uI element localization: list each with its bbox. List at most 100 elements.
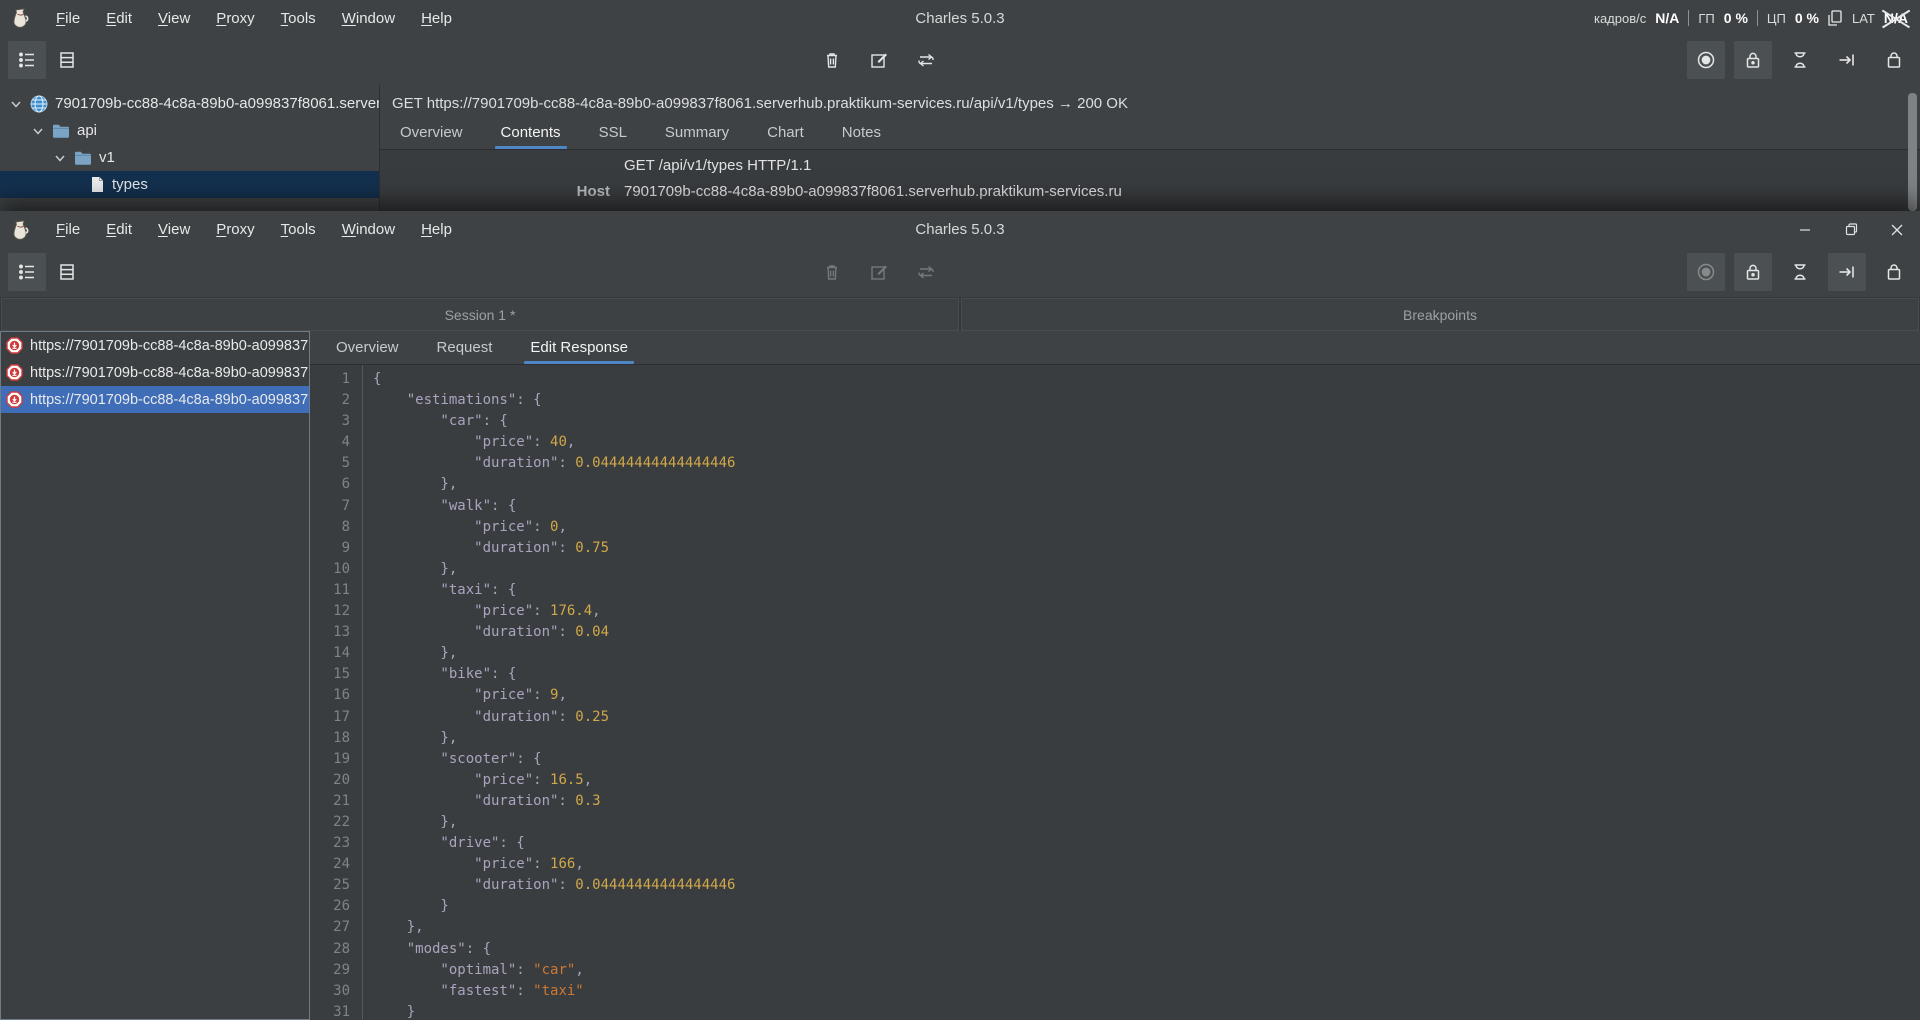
tab-breakpoints[interactable]: Breakpoints — [961, 298, 1919, 331]
code-line-10: }, — [373, 559, 1920, 580]
repeat-icon[interactable] — [907, 253, 945, 291]
charles-logo — [10, 7, 31, 29]
line-number-gutter: 1234567891011121314151617181920212223242… — [310, 365, 363, 1020]
breakpoint-row-2[interactable]: https://7901709b-cc88-4c8a-89b0-a099837 — [1, 359, 309, 386]
code-line-8: "price": 0, — [373, 517, 1920, 538]
scrollbar-thumb[interactable] — [1908, 93, 1917, 211]
tab-session-1[interactable]: Session 1 * — [1, 298, 959, 331]
record-icon[interactable] — [1687, 41, 1725, 79]
breakpoints-icon[interactable] — [1828, 41, 1866, 79]
code-line-2: "estimations": { — [373, 390, 1920, 411]
menu-edit[interactable]: Edit — [95, 217, 143, 242]
tree-row-types[interactable]: types — [0, 171, 379, 198]
restore-icon[interactable] — [1828, 211, 1874, 248]
breakpoint-stop-icon — [6, 391, 23, 408]
line-number: 31 — [310, 1002, 350, 1020]
line-number: 27 — [310, 917, 350, 938]
tab-contents[interactable]: Contents — [495, 116, 567, 149]
menu-file[interactable]: File — [45, 217, 91, 242]
menu-window[interactable]: Window — [331, 6, 406, 31]
tab-overview[interactable]: Overview — [394, 116, 469, 149]
menu-tools[interactable]: Tools — [270, 6, 327, 31]
breakpoints-list: https://7901709b-cc88-4c8a-89b0-a099837h… — [0, 331, 310, 1020]
tools-bag-icon[interactable] — [1875, 253, 1913, 291]
code-line-15: "bike": { — [373, 664, 1920, 685]
menu-edit[interactable]: Edit — [95, 6, 143, 31]
http-request-line: GET /api/v1/types HTTP/1.1 — [624, 157, 811, 174]
breakpoint-stop-icon — [6, 364, 23, 381]
code-line-22: }, — [373, 812, 1920, 833]
host-header-value: 7901709b-cc88-4c8a-89b0-a099837f8061.ser… — [624, 183, 1122, 200]
breakpoint-url: https://7901709b-cc88-4c8a-89b0-a099837 — [30, 392, 308, 408]
record-icon[interactable] — [1687, 253, 1725, 291]
tab-request[interactable]: Request — [431, 331, 499, 364]
chevron-down-icon[interactable] — [8, 96, 24, 112]
charles-logo — [10, 219, 31, 241]
breakpoints-icon[interactable] — [1828, 253, 1866, 291]
structure-tree: 7901709b-cc88-4c8a-89b0-a099837f8061.ser… — [0, 85, 380, 211]
line-number: 2 — [310, 390, 350, 411]
menu-view[interactable]: View — [147, 217, 201, 242]
chevron-down-icon[interactable] — [52, 150, 68, 166]
cpu-value: 0 % — [1795, 10, 1819, 26]
throttle-icon[interactable] — [1781, 253, 1819, 291]
pane-splitter-handle[interactable] — [0, 743, 1, 758]
tab-chart[interactable]: Chart — [761, 116, 810, 149]
tools-bag-icon[interactable] — [1875, 41, 1913, 79]
tree-row-7901709b-cc88-4c8a-89b0-[interactable]: 7901709b-cc88-4c8a-89b0-a099837f8061.ser… — [0, 90, 379, 117]
menu-tools[interactable]: Tools — [270, 217, 327, 242]
line-number: 28 — [310, 939, 350, 960]
sequence-view-icon[interactable] — [48, 41, 86, 79]
menu-proxy[interactable]: Proxy — [205, 217, 265, 242]
tree-label: api — [77, 122, 97, 139]
code-line-1: { — [373, 369, 1920, 390]
menu-help[interactable]: Help — [410, 6, 463, 31]
line-number: 25 — [310, 875, 350, 896]
json-code[interactable]: { "estimations": { "car": { "price": 40,… — [363, 365, 1920, 1020]
line-number: 1 — [310, 369, 350, 390]
ssl-lock-icon[interactable] — [1734, 253, 1772, 291]
breakpoint-row-1[interactable]: https://7901709b-cc88-4c8a-89b0-a099837 — [1, 332, 309, 359]
overlay-pages-icon — [1828, 10, 1843, 27]
line-number: 16 — [310, 685, 350, 706]
line-number: 12 — [310, 601, 350, 622]
tab-ssl[interactable]: SSL — [593, 116, 633, 149]
menu-view[interactable]: View — [147, 6, 201, 31]
edit-response-editor[interactable]: 1234567891011121314151617181920212223242… — [310, 365, 1920, 1020]
code-line-18: }, — [373, 728, 1920, 749]
line-number: 22 — [310, 812, 350, 833]
menubar-1: FileEditViewProxyToolsWindowHelp Charles… — [0, 0, 1920, 36]
folder-icon — [74, 150, 92, 166]
breakpoint-row-3[interactable]: https://7901709b-cc88-4c8a-89b0-a099837 — [1, 386, 309, 413]
tab-overview[interactable]: Overview — [330, 331, 405, 364]
throttle-icon[interactable] — [1781, 41, 1819, 79]
menu-proxy[interactable]: Proxy — [205, 6, 265, 31]
line-number: 29 — [310, 960, 350, 981]
compose-icon[interactable] — [860, 253, 898, 291]
repeat-icon[interactable] — [907, 41, 945, 79]
clear-session-icon[interactable] — [813, 41, 851, 79]
structure-view-icon[interactable] — [8, 253, 46, 291]
menu-help[interactable]: Help — [410, 217, 463, 242]
line-number: 14 — [310, 643, 350, 664]
cpu-label: ЦП — [1767, 11, 1786, 26]
tab-edit-response[interactable]: Edit Response — [524, 331, 634, 364]
compose-icon[interactable] — [860, 41, 898, 79]
chevron-down-icon[interactable] — [30, 123, 46, 139]
code-line-30: "fastest": "taxi" — [373, 981, 1920, 1002]
tree-row-api[interactable]: api — [0, 117, 379, 144]
minimize-icon[interactable] — [1782, 211, 1828, 248]
tab-notes[interactable]: Notes — [836, 116, 887, 149]
toolbar-1 — [0, 36, 1920, 85]
line-number: 7 — [310, 496, 350, 517]
ssl-lock-icon[interactable] — [1734, 41, 1772, 79]
clear-session-icon[interactable] — [813, 253, 851, 291]
request-summary-line: GET https://7901709b-cc88-4c8a-89b0-a099… — [380, 85, 1920, 116]
tree-row-v1[interactable]: v1 — [0, 144, 379, 171]
structure-view-icon[interactable] — [8, 41, 46, 79]
menu-window[interactable]: Window — [331, 217, 406, 242]
tab-summary[interactable]: Summary — [659, 116, 735, 149]
menu-file[interactable]: File — [45, 6, 91, 31]
close-icon[interactable] — [1874, 211, 1920, 248]
sequence-view-icon[interactable] — [48, 253, 86, 291]
